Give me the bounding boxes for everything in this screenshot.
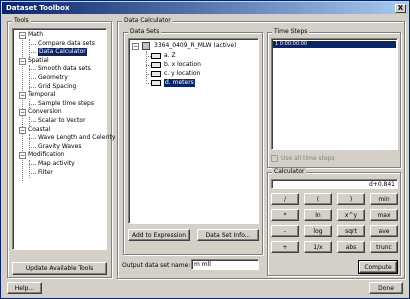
- mesh-dataset-icon: [142, 42, 150, 50]
- data-sets-tree[interactable]: − 3364_0409_R_MLW (active) a. Zb. x loca…: [128, 38, 259, 224]
- collapse-icon[interactable]: −: [19, 32, 26, 39]
- calc-key-button[interactable]: sqrt: [337, 225, 365, 237]
- scalar-dataset-icon: [151, 71, 161, 77]
- calc-key-button[interactable]: log: [304, 225, 332, 237]
- tools-tree[interactable]: − Math Compare data sets Data Calculator − Sp…: [12, 28, 115, 250]
- tool-category-temporal[interactable]: Temporal: [28, 91, 55, 99]
- calculator-group: Calculator d+0.841 / () min * ln x^y max - log sq…: [267, 168, 401, 276]
- output-name-input[interactable]: m mll: [191, 259, 259, 270]
- expression-input[interactable]: d+0.841: [271, 179, 398, 189]
- collapse-icon[interactable]: −: [19, 57, 26, 65]
- compute-button-label: Compute: [364, 263, 392, 271]
- tool-item-sample-time-steps[interactable]: Sample time steps: [38, 100, 94, 108]
- calc-key-button[interactable]: 1/x: [304, 241, 332, 253]
- data-calculator-group: Data Calculator Data Sets − 3364_0409_R_…: [117, 17, 405, 279]
- calc-key-button[interactable]: max: [370, 209, 398, 221]
- tool-item-scalar-to-vector[interactable]: Scalar to Vector: [38, 117, 86, 125]
- calc-key-button[interactable]: /: [271, 193, 299, 205]
- compute-button[interactable]: Compute: [358, 260, 398, 274]
- close-icon[interactable]: X: [395, 3, 406, 13]
- tools-group: Tools − Math Compare data sets Data Calcula…: [7, 17, 115, 278]
- scalar-dataset-icon: [151, 53, 161, 59]
- scalar-dataset-icon: [151, 80, 161, 86]
- calc-key-button[interactable]: ln: [304, 209, 332, 221]
- tool-item-smooth-data-sets[interactable]: Smooth data sets: [38, 65, 91, 73]
- calc-key-button[interactable]: x^y: [337, 209, 365, 221]
- dataset-item[interactable]: d. meters: [164, 79, 195, 87]
- calc-key-button[interactable]: min: [370, 193, 398, 205]
- collapse-icon[interactable]: −: [19, 92, 26, 100]
- tool-category-coastal[interactable]: Coastal: [28, 126, 50, 134]
- scalar-dataset-icon: [151, 62, 161, 68]
- output-name-label: Output data set name:: [122, 262, 191, 269]
- dataset-item[interactable]: b. x location: [164, 61, 201, 69]
- tool-item-geometry[interactable]: Geometry: [38, 74, 68, 82]
- tool-category-spatial[interactable]: Spatial: [28, 57, 49, 65]
- calc-key-button[interactable]: ): [337, 193, 365, 205]
- tool-item-gravity-waves[interactable]: Gravity Waves: [38, 143, 81, 151]
- collapse-icon[interactable]: −: [19, 126, 26, 134]
- calc-key-button[interactable]: ave: [370, 225, 398, 237]
- use-all-time-steps-checkbox[interactable]: [271, 155, 278, 162]
- tool-item-map-activity[interactable]: Map activity: [38, 160, 75, 168]
- tool-category-conversion[interactable]: Conversion: [28, 108, 62, 116]
- window-title: Dataset Toolbox: [6, 4, 70, 12]
- dataset-toolbox-window: Dataset Toolbox X Tools − Math Compare dat…: [0, 0, 410, 299]
- calculator-group-label: Calculator: [272, 168, 307, 175]
- title-bar[interactable]: Dataset Toolbox X: [2, 2, 408, 14]
- tool-item-wave-length-and-celerity[interactable]: Wave Length and Celerity: [38, 134, 115, 142]
- dataset-item[interactable]: a. Z: [164, 52, 176, 60]
- tool-item-compare-data-sets[interactable]: Compare data sets: [38, 40, 95, 48]
- tool-item-grid-spacing[interactable]: Grid Spacing: [38, 83, 76, 91]
- tool-category-modification[interactable]: Modification: [28, 151, 65, 159]
- calc-key-button[interactable]: +: [271, 241, 299, 253]
- add-to-expression-button[interactable]: Add to Expression: [128, 229, 190, 241]
- use-all-time-steps-label: Use all time steps: [281, 155, 335, 162]
- calc-key-button[interactable]: (: [304, 193, 332, 205]
- dataset-root-label[interactable]: 3364_0409_R_MLW (active): [154, 42, 236, 50]
- data-calculator-group-label: Data Calculator: [122, 17, 173, 24]
- tool-category-math[interactable]: Math: [28, 31, 43, 39]
- update-available-tools-button[interactable]: Update Available Tools: [12, 262, 107, 275]
- dataset-item[interactable]: c. y location: [164, 70, 200, 78]
- calc-key-button[interactable]: *: [271, 209, 299, 221]
- collapse-icon[interactable]: −: [19, 152, 26, 160]
- time-steps-group: Time Steps 1 0:00:00:00 Use all time ste…: [267, 28, 401, 168]
- calc-key-button[interactable]: -: [271, 225, 299, 237]
- calc-key-button[interactable]: abs: [337, 241, 365, 253]
- time-steps-list[interactable]: 1 0:00:00:00: [271, 38, 398, 150]
- data-sets-group: Data Sets − 3364_0409_R_MLW (active) a. …: [123, 28, 263, 255]
- done-button[interactable]: Done: [369, 282, 403, 294]
- tool-item-filter[interactable]: Filter: [38, 169, 53, 177]
- time-step-item[interactable]: 1 0:00:00:00: [273, 41, 396, 48]
- collapse-icon[interactable]: −: [132, 43, 139, 50]
- data-set-info-button[interactable]: Data Set Info...: [197, 229, 259, 241]
- tool-item-data-calculator[interactable]: Data Calculator: [38, 48, 87, 57]
- time-steps-group-label: Time Steps: [272, 28, 310, 35]
- collapse-icon[interactable]: −: [19, 109, 26, 117]
- help-button[interactable]: Help...: [7, 282, 42, 294]
- tools-group-label: Tools: [12, 17, 31, 24]
- data-sets-group-label: Data Sets: [128, 28, 162, 35]
- calc-key-button[interactable]: trunc: [370, 241, 398, 253]
